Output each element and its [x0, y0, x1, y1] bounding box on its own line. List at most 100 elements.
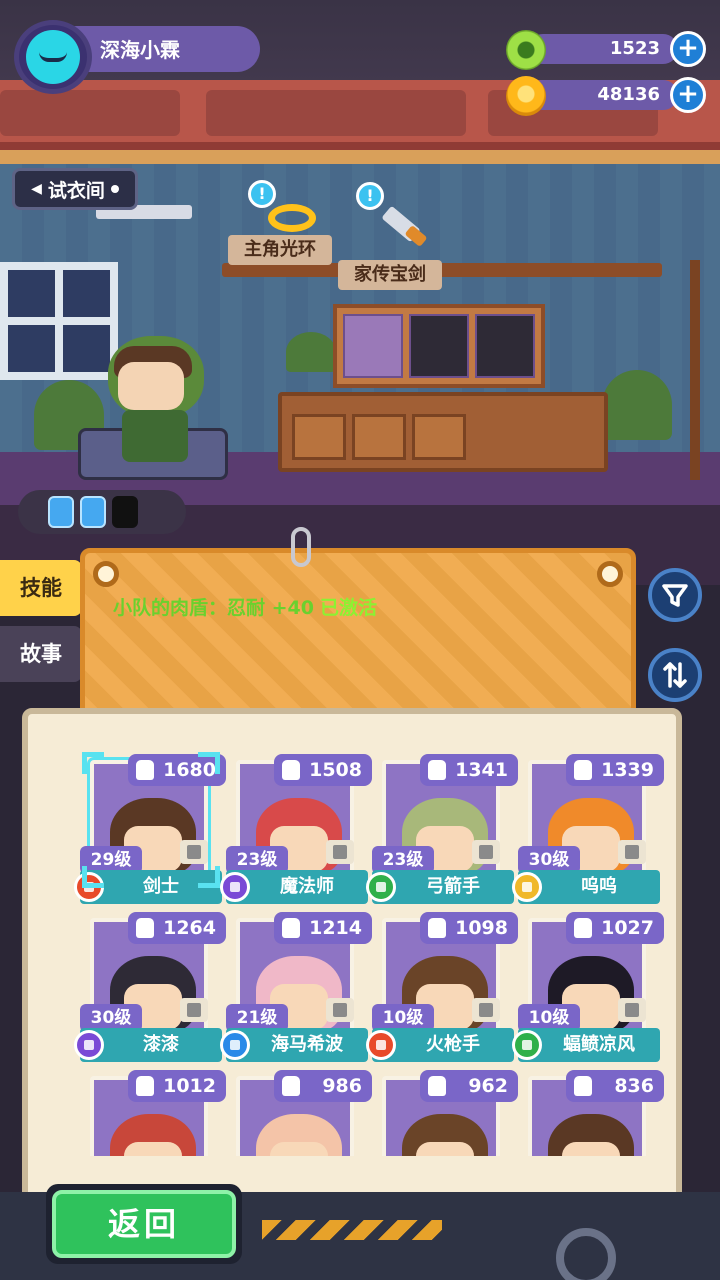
costume-slot[interactable] [343, 314, 403, 378]
selection-corner [198, 752, 220, 774]
character-card[interactable]: 1214 21级 海马希波 [220, 912, 372, 1062]
power-badge: 1012 [128, 1070, 226, 1102]
fist-icon [574, 1076, 592, 1096]
currency-amount: 48136 [597, 84, 660, 105]
tab-skills[interactable]: 技能 [0, 560, 82, 616]
character-book: 1680 29级 剑士 1508 23级 魔法师 1341 23级 弓箭手 1339 30级 呜呜 12… [22, 708, 682, 1208]
plant-right [602, 370, 672, 440]
skill-description: 小队的肉盾：忍耐 +40 已激活 [113, 593, 377, 620]
fist-icon [428, 918, 446, 938]
power-badge: 986 [274, 1070, 372, 1102]
class-shield-icon [74, 1030, 104, 1060]
character-face [124, 1142, 182, 1156]
power-badge: 1339 [566, 754, 664, 786]
power-badge: 962 [420, 1070, 518, 1102]
player-avatar[interactable] [14, 20, 92, 94]
class-shield-icon [366, 1030, 396, 1060]
power-badge: 1214 [274, 912, 372, 944]
alert-icon[interactable]: ! [248, 180, 276, 208]
back-button-label: 返回 [52, 1190, 236, 1258]
costume-icon[interactable] [326, 998, 354, 1022]
tab-story[interactable]: 故事 [0, 626, 82, 682]
costume-icon[interactable] [472, 998, 500, 1022]
dot-icon [110, 185, 119, 193]
filter-button[interactable] [648, 568, 702, 622]
power-value: 836 [614, 1075, 654, 1097]
player-profile[interactable]: 深海小霖 [14, 20, 260, 94]
coat-stand [690, 260, 700, 480]
filter-funnel-icon [662, 584, 688, 607]
power-value: 1027 [601, 917, 654, 939]
energy-icon [48, 496, 74, 528]
character-face [270, 1142, 328, 1156]
costume-icon[interactable] [180, 998, 208, 1022]
plant-desk [286, 332, 336, 372]
class-shield-icon [220, 1030, 250, 1060]
shelf-trim [0, 150, 720, 164]
character-card[interactable]: 1508 23级 魔法师 [220, 754, 372, 904]
class-shield-icon [512, 1030, 542, 1060]
character-card[interactable]: 836 [518, 1070, 664, 1156]
costume-icon[interactable] [472, 840, 500, 864]
character-face [562, 1142, 620, 1156]
fist-icon [428, 760, 446, 780]
fist-icon [282, 1076, 300, 1096]
hazard-stripe [262, 1220, 442, 1240]
character-card[interactable]: 1027 10级 蝠鲼凉风 [512, 912, 664, 1062]
costume-icon[interactable] [326, 840, 354, 864]
sort-button[interactable] [648, 648, 702, 702]
character-card[interactable]: 986 [226, 1070, 372, 1156]
halo-icon[interactable] [268, 204, 316, 232]
empty-slot-icon [112, 496, 138, 528]
costume-slot-locked[interactable] [475, 314, 535, 378]
character-card[interactable]: 1341 23级 弓箭手 [366, 754, 518, 904]
add-currency-button[interactable]: + [670, 31, 706, 67]
costume-icon[interactable] [618, 998, 646, 1022]
fist-icon [282, 918, 300, 938]
sword-icon[interactable] [378, 205, 432, 248]
character-card[interactable]: 962 [372, 1070, 518, 1156]
character-card[interactable]: 1098 10级 火枪手 [366, 912, 518, 1062]
currency-gold: 48136 + [506, 76, 706, 116]
alert-icon[interactable]: ! [356, 182, 384, 210]
back-button[interactable]: 返回 [46, 1184, 242, 1264]
power-value: 1264 [163, 917, 216, 939]
currency-green: 1523 + [506, 30, 706, 70]
power-badge: 1098 [420, 912, 518, 944]
fist-icon [282, 760, 300, 780]
fist-icon [428, 1076, 446, 1096]
fist-icon [136, 918, 154, 938]
costume-slot-locked[interactable] [409, 314, 469, 378]
power-value: 1341 [455, 759, 508, 781]
character-card[interactable]: 1264 30级 漆漆 [74, 912, 226, 1062]
costume-icon[interactable] [618, 840, 646, 864]
class-shield-icon [512, 872, 542, 902]
skill-text: 小队的肉盾：忍耐 +40 [113, 597, 314, 619]
currency-amount: 1523 [609, 38, 660, 59]
team-energy-slots [18, 490, 186, 534]
player-name: 深海小霖 [100, 38, 180, 62]
character-card[interactable]: 1680 29级 剑士 [74, 752, 226, 904]
skill-status: 已激活 [319, 597, 377, 619]
fitting-room-button[interactable]: ◀ 试衣间 [12, 168, 138, 210]
power-value: 1214 [309, 917, 362, 939]
character-card[interactable]: 1012 [80, 1070, 226, 1156]
gear-wheel [556, 1228, 616, 1280]
power-value: 1012 [163, 1075, 216, 1097]
sort-swap-icon [663, 662, 687, 688]
selection-corner [82, 866, 104, 888]
power-badge: 1341 [420, 754, 518, 786]
sword-label[interactable]: 家传宝剑 [338, 260, 442, 290]
character-card[interactable]: 1339 30级 呜呜 [512, 754, 664, 904]
power-badge: 1027 [566, 912, 664, 944]
power-value: 1339 [601, 759, 654, 781]
costume-icon[interactable] [180, 840, 208, 864]
halo-label[interactable]: 主角光环 [228, 235, 332, 265]
character-grid: 1680 29级 剑士 1508 23级 魔法师 1341 23级 弓箭手 1339 30级 呜呜 12… [74, 752, 680, 1156]
selection-corner [198, 866, 220, 888]
rivet [93, 561, 119, 587]
power-badge: 836 [566, 1070, 664, 1102]
add-currency-button[interactable]: + [670, 77, 706, 113]
costume-display-case[interactable] [333, 304, 545, 388]
hero-character[interactable] [100, 318, 220, 468]
